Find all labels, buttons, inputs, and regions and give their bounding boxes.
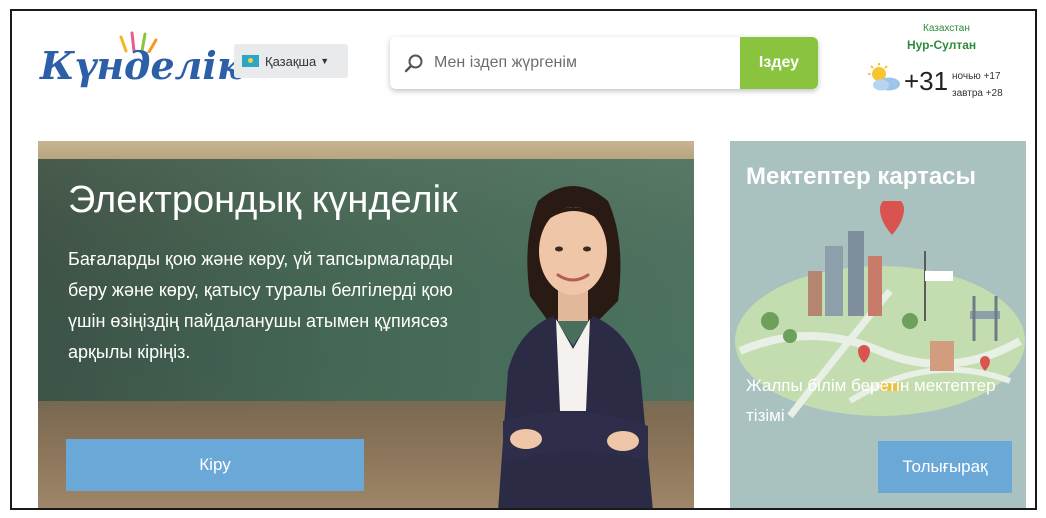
kazakhstan-flag-icon <box>242 55 259 67</box>
more-button[interactable]: Толығырақ <box>878 441 1012 493</box>
weather-widget: Казахстан Нур-Султан +31 ночью +17 завтр… <box>867 21 1035 101</box>
weather-country: Казахстан <box>923 23 970 34</box>
hero-title: Электрондық күнделік <box>68 179 458 221</box>
weather-city[interactable]: Нур-Султан <box>907 38 976 52</box>
search-icon <box>404 54 423 73</box>
teacher-photo <box>498 186 653 508</box>
hero-banner: Электрондық күнделік Бағаларды қою және … <box>38 141 694 508</box>
search-input[interactable] <box>434 54 734 72</box>
logo[interactable]: Күнделік <box>40 31 243 93</box>
caret-down-icon: ▼ <box>320 56 330 66</box>
weather-tomorrow: завтра +28 <box>952 88 1003 99</box>
weather-temperature: +31 <box>904 66 949 96</box>
weather-night: ночью +17 <box>952 71 1001 82</box>
page-frame: Күнделік Қазақша ▼ Іздеу Казахстан Нур-С… <box>10 9 1037 510</box>
map-card-description: Жалпы білім беретін мектептер тізімі <box>746 376 996 425</box>
language-label: Қазақша <box>265 53 317 69</box>
logo-text: Күнделік <box>40 43 243 88</box>
hero-description: Бағаларды қою және көру, үй тапсырмалард… <box>68 249 453 362</box>
search-button[interactable]: Іздеу <box>740 37 818 89</box>
schools-map-card: Мектептер картасы Жалпы білім беретін ме… <box>730 141 1026 508</box>
map-card-title: Мектептер картасы <box>746 163 977 190</box>
language-selector[interactable]: Қазақша ▼ <box>234 44 348 78</box>
sun-cloud-icon <box>868 63 900 91</box>
search-bar: Іздеу <box>390 37 818 89</box>
login-button[interactable]: Кіру <box>66 439 364 491</box>
